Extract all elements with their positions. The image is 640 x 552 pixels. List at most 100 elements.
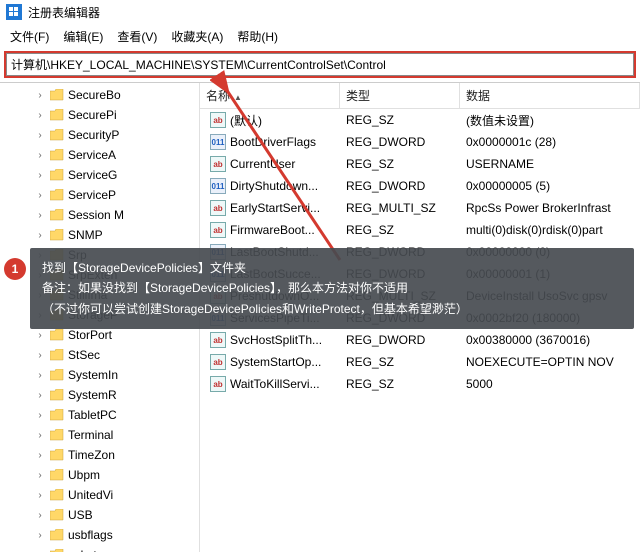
expand-icon[interactable]: › [34, 150, 46, 161]
expand-icon[interactable]: › [34, 510, 46, 521]
value-row[interactable]: 011DirtyShutdown...REG_DWORD0x00000005 (… [200, 175, 640, 197]
expand-icon[interactable]: › [34, 430, 46, 441]
tree-item-label: Session M [68, 208, 124, 222]
expand-icon[interactable]: › [34, 170, 46, 181]
menu-help[interactable]: 帮助(H) [231, 26, 284, 47]
tree-item-label: Ubpm [68, 468, 100, 482]
tree-item[interactable]: › ServiceA [0, 145, 199, 165]
tree-item-label: Terminal [68, 428, 113, 442]
tree-item[interactable]: › Ubpm [0, 465, 199, 485]
expand-icon[interactable]: › [34, 350, 46, 361]
value-row[interactable]: abCurrentUserREG_SZUSERNAME [200, 153, 640, 175]
folder-icon [50, 469, 64, 481]
folder-icon [50, 409, 64, 421]
value-type: REG_DWORD [340, 333, 460, 347]
value-row[interactable]: abSvcHostSplitTh...REG_DWORD0x00380000 (… [200, 329, 640, 351]
menu-view[interactable]: 查看(V) [111, 26, 163, 47]
col-header-type[interactable]: 类型 [340, 83, 460, 108]
menu-edit[interactable]: 编辑(E) [57, 26, 109, 47]
col-header-data[interactable]: 数据 [460, 83, 640, 108]
tree-item-label: ServiceA [68, 148, 116, 162]
tree-item-label: usbstor [68, 548, 107, 552]
col-header-name-label: 名称 [206, 89, 230, 103]
expand-icon[interactable]: › [34, 490, 46, 501]
value-type-icon: 011 [210, 178, 226, 194]
value-row[interactable]: abSystemStartOp...REG_SZ NOEXECUTE=OPTIN… [200, 351, 640, 373]
tree-item[interactable]: › SecureBo [0, 85, 199, 105]
value-name: WaitToKillServi... [230, 377, 320, 391]
col-header-name[interactable]: 名称▲ [200, 83, 340, 108]
value-type: REG_DWORD [340, 179, 460, 193]
menu-fav[interactable]: 收藏夹(A) [165, 26, 229, 47]
tree-item[interactable]: ›SystemR [0, 385, 199, 405]
tree-item[interactable]: › usbflags [0, 525, 199, 545]
tree-item[interactable]: ›USB [0, 505, 199, 525]
value-data: 5000 [460, 377, 640, 391]
annotation-line2: 备注：如果没找到【StorageDevicePolicies】，那么本方法对你不… [42, 278, 622, 298]
expand-icon[interactable]: › [34, 90, 46, 101]
value-row[interactable]: abFirmwareBoot...REG_SZmulti(0)disk(0)rd… [200, 219, 640, 241]
value-data: (数值未设置) [460, 112, 640, 129]
value-type: REG_SZ [340, 377, 460, 391]
tree-item[interactable]: › Session M [0, 205, 199, 225]
value-type: REG_SZ [340, 157, 460, 171]
tree-item[interactable]: › SecurityP [0, 125, 199, 145]
tree-item[interactable]: ›SecurePi [0, 105, 199, 125]
menu-file[interactable]: 文件(F) [4, 26, 55, 47]
annotation-badge: 1 [4, 258, 26, 280]
tree-item[interactable]: ›TimeZon [0, 445, 199, 465]
expand-icon[interactable]: › [34, 470, 46, 481]
tree-item[interactable]: › Terminal [0, 425, 199, 445]
expand-icon[interactable]: › [34, 110, 46, 121]
tree-item[interactable]: ›SystemIn [0, 365, 199, 385]
value-row[interactable]: abEarlyStartServi...REG_MULTI_SZRpcSs Po… [200, 197, 640, 219]
value-type: REG_DWORD [340, 135, 460, 149]
tree-item[interactable]: ›SNMP [0, 225, 199, 245]
expand-icon[interactable]: › [34, 210, 46, 221]
tree-item[interactable]: ›usbstor [0, 545, 199, 552]
value-data: NOEXECUTE=OPTIN NOV [460, 355, 640, 369]
tree-item-label: usbflags [68, 528, 113, 542]
title-bar: 注册表编辑器 [0, 0, 640, 24]
folder-icon [50, 449, 64, 461]
value-type: REG_MULTI_SZ [340, 201, 460, 215]
tree-item[interactable]: ›ServiceP [0, 185, 199, 205]
folder-icon [50, 489, 64, 501]
value-type-icon: ab [210, 376, 226, 392]
expand-icon[interactable]: › [34, 450, 46, 461]
value-name: EarlyStartServi... [230, 201, 320, 215]
address-bar[interactable]: 计算机\HKEY_LOCAL_MACHINE\SYSTEM\CurrentCon… [6, 53, 634, 76]
expand-icon[interactable]: › [34, 130, 46, 141]
expand-icon[interactable]: › [34, 530, 46, 541]
value-row[interactable]: 011BootDriverFlagsREG_DWORD0x0000001c (2… [200, 131, 640, 153]
expand-icon[interactable]: › [34, 190, 46, 201]
value-data: USERNAME [460, 157, 640, 171]
tree-item[interactable]: ›TabletPC [0, 405, 199, 425]
value-row[interactable]: ab WaitToKillServi... REG_SZ5000 [200, 373, 640, 395]
tree-item[interactable]: ›UnitedVi [0, 485, 199, 505]
tree-item[interactable]: › StSec [0, 345, 199, 365]
tree-item-label: SecurityP [68, 128, 119, 142]
folder-icon [50, 349, 64, 361]
expand-icon[interactable]: › [34, 370, 46, 381]
tree-item-label: StSec [68, 348, 100, 362]
app-icon [6, 4, 22, 20]
expand-icon[interactable]: › [34, 230, 46, 241]
value-name: FirmwareBoot... [230, 223, 315, 237]
value-data: 0x0000001c (28) [460, 135, 640, 149]
value-row[interactable]: ab(默认)REG_SZ(数值未设置) [200, 109, 640, 131]
tree-item-label: StorPort [68, 328, 112, 342]
value-name: SystemStartOp... [230, 355, 321, 369]
window-title: 注册表编辑器 [28, 4, 100, 21]
expand-icon[interactable]: › [34, 330, 46, 341]
expand-icon[interactable]: › [34, 410, 46, 421]
value-type: REG_SZ [340, 223, 460, 237]
menu-bar: 文件(F) 编辑(E) 查看(V) 收藏夹(A) 帮助(H) [0, 24, 640, 49]
value-type-icon: ab [210, 222, 226, 238]
tree-item-label: SecureBo [68, 88, 121, 102]
tree-item[interactable]: ›ServiceG [0, 165, 199, 185]
expand-icon[interactable]: › [34, 390, 46, 401]
value-type-icon: 011 [210, 134, 226, 150]
folder-icon [50, 89, 64, 101]
value-name: SvcHostSplitTh... [230, 333, 322, 347]
